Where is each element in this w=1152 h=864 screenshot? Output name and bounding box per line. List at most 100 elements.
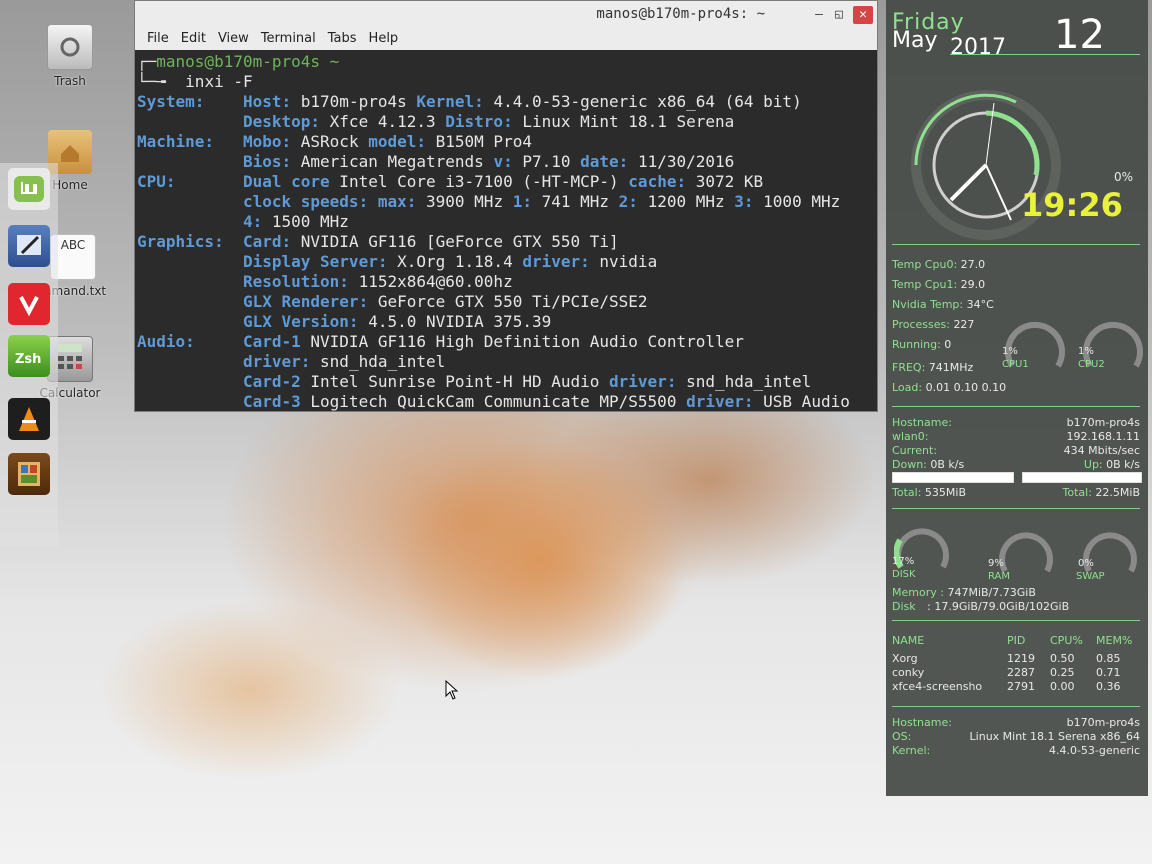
terminal-output-line: driver: snd_hda_intel [137,352,877,372]
menu-view[interactable]: View [212,29,255,50]
freq-value: 741MHz [928,361,974,374]
swap-pct: 0% [1078,558,1094,569]
current-label: Current: [892,444,938,457]
process-mem: 0.85 [1096,652,1121,665]
temp-cpu1-value: 29.0 [960,278,986,291]
vivaldi-browser-icon[interactable] [8,283,50,325]
output-key: Audio: [137,332,243,351]
memory-label: Memory : [892,586,944,599]
terminal-output-line: Machine: Mobo: ASRock model: B150M Pro4 [137,132,877,152]
output-value [137,372,243,391]
output-value: snd_hda_intel [676,372,812,391]
total-down-value: 535MiB [924,486,966,499]
terminal-output[interactable]: ┌─manos@b170m-pro4s ~ └─╼ inxi -F System: … [135,50,877,412]
output-value [137,252,243,271]
disk-gauge [894,528,949,569]
output-value [137,352,243,371]
conky-system-monitor: Friday May 2017 12 0% 19:26 Temp Cpu0: 2… [886,0,1148,796]
zsh-script-icon[interactable]: Zsh [8,335,50,377]
output-key: cache: [628,172,687,191]
terminal-output-line: Bios: American Megatrends v: P7.10 date:… [137,152,877,172]
output-key: Graphics: [137,232,243,251]
process-name: Xorg [892,652,918,665]
freq-label: FREQ: [892,361,926,374]
clock-minute-hand [985,164,1012,221]
mint-menu-icon[interactable] [8,168,50,210]
image-viewer-icon[interactable] [8,453,50,495]
process-pid: 2287 [1007,666,1035,679]
down-value: 0B k/s [930,458,965,471]
output-value: X.Org 1.18.4 [387,252,523,271]
terminal-output-line: GLX Renderer: GeForce GTX 550 Ti/PCIe/SS… [137,292,877,312]
terminal-output-line: Desktop: Xfce 4.12.3 Distro: Linux Mint … [137,112,877,132]
output-value: 4.4.0-53-generic x86_64 (64 bit) [483,92,802,111]
output-value: 3900 MHz [416,192,513,211]
close-icon[interactable]: ✕ [853,6,873,24]
cpu2-label: CPU2 [1078,359,1105,370]
terminal-titlebar[interactable]: manos@b170m-pro4s: ~ – ◱ ✕ [135,1,877,29]
total-up-label: Total: [1062,486,1092,499]
output-key: model: [368,132,426,151]
output-key: Kernel: [416,92,484,111]
output-key: Card-3 [242,392,301,411]
hostname-label: Hostname: [892,416,952,429]
output-key: 2: [618,192,638,211]
output-value [137,312,243,331]
output-key: 1: [512,192,532,211]
output-key: Card-2 [242,372,301,391]
output-value: American Megatrends [291,152,494,171]
maximize-icon[interactable]: ◱ [829,6,849,24]
swap-label: SWAP [1076,571,1105,582]
cpu-pct-top: 0% [1114,170,1134,184]
output-key: 3: [734,192,754,211]
cpu1-pct: 1% [1002,346,1018,357]
menu-terminal[interactable]: Terminal [255,29,322,50]
hostname-value: b170m-pro4s [1066,416,1140,429]
output-key: GLX Renderer: [242,292,369,311]
output-value: USB Audio [753,392,850,411]
output-key: v: [493,152,513,171]
process-cpu: 0.00 [1050,680,1075,693]
load-value: 0.01 0.10 0.10 [925,381,1007,394]
terminal-output-line: 4: 1500 MHz [137,212,877,232]
process-mem: 0.71 [1096,666,1121,679]
temp-cpu1-label: Temp Cpu1: [892,278,958,291]
output-key: Desktop: [242,112,321,131]
memory-value: 747MiB/7.73GiB [947,586,1036,599]
vlc-player-icon[interactable] [8,398,50,440]
output-value [137,212,243,231]
menu-edit[interactable]: Edit [175,29,212,50]
minimize-icon[interactable]: – [809,6,829,24]
output-key: System: [137,92,243,111]
temp-cpu0-value: 27.0 [960,258,986,271]
output-value [368,192,378,211]
output-value [137,272,243,291]
total-up-value: 22.5MiB [1095,486,1140,499]
nvidia-temp-label: Nvidia Temp: [892,298,964,311]
ram-pct: 9% [988,558,1004,569]
mouse-pointer-icon [445,680,459,700]
output-key: driver: [609,372,677,391]
output-value: NVIDIA GF116 [GeForce GTX 550 Ti] [291,232,619,251]
nvidia-temp-value: 34°C [966,298,994,311]
command-line: └─╼ inxi -F [137,72,253,91]
output-key: Mobo: [242,132,292,151]
host2-label: Hostname: [892,716,952,729]
desktop-icon-trash[interactable]: Trash [25,24,115,88]
process-mem: 0.36 [1096,680,1121,693]
output-value: 1000 MHz [753,192,841,211]
menu-help[interactable]: Help [363,29,405,50]
menu-file[interactable]: File [141,29,175,50]
process-name: xfce4-screensho [892,680,983,693]
output-key: Machine: [137,132,243,151]
processes-value: 227 [953,318,975,331]
text-editor-icon[interactable] [8,225,50,267]
output-value [137,292,243,311]
menu-tabs[interactable]: Tabs [322,29,363,50]
output-key: driver: [686,392,754,411]
terminal-output-line: GLX Version: 4.5.0 NVIDIA 375.39 [137,312,877,332]
command-text: inxi -F [185,72,253,91]
disk-label: DISK [892,569,916,580]
terminal-window[interactable]: manos@b170m-pro4s: ~ – ◱ ✕ File Edit Vie… [134,0,878,412]
terminal-output-line: Graphics: Card: NVIDIA GF116 [GeForce GT… [137,232,877,252]
